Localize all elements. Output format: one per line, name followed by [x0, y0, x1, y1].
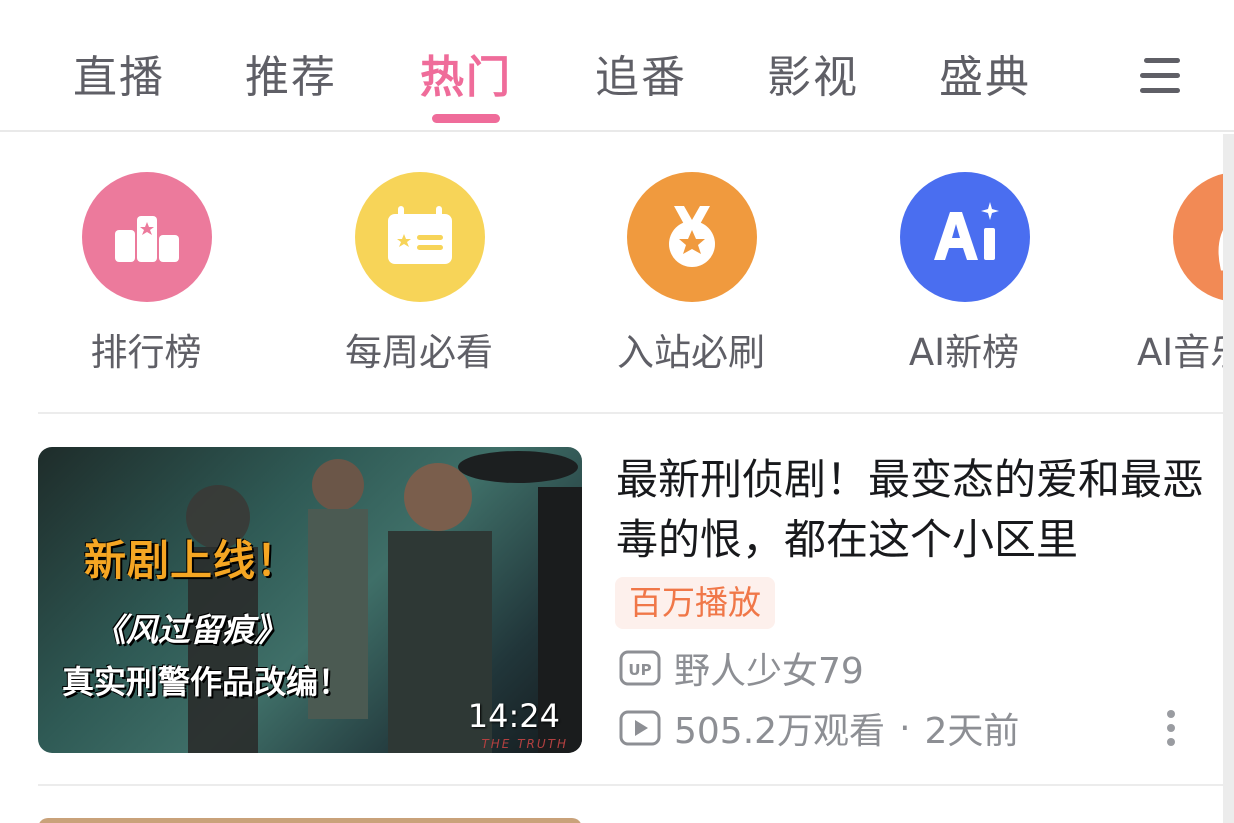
- ranking-podium-icon: [82, 172, 212, 302]
- section-divider: [38, 412, 1223, 414]
- active-tab-indicator: [432, 114, 500, 123]
- shortcut-weekly[interactable]: 每周必看: [319, 172, 519, 382]
- thumbnail-caption: 真实刑警作品改编！: [62, 663, 351, 701]
- uploader-row[interactable]: UP 野人少女79: [618, 646, 864, 692]
- tab-recommend[interactable]: 推荐: [226, 46, 356, 110]
- tab-ceremony[interactable]: 盛典: [920, 46, 1050, 110]
- next-video-thumbnail[interactable]: [38, 818, 582, 823]
- uploader-name: 野人少女79: [674, 651, 864, 692]
- shortcut-label: AI音乐: [1137, 331, 1234, 374]
- thumbnail-brand: THE TRUTH: [481, 737, 568, 751]
- shortcut-ai-rank[interactable]: AI新榜: [864, 172, 1064, 382]
- tab-live[interactable]: 直播: [54, 46, 184, 110]
- video-title[interactable]: 最新刑侦剧！最变态的爱和最恶毒的恨，都在这个小区里: [616, 450, 1216, 570]
- shortcut-label: 排行榜: [90, 331, 202, 374]
- scrollbar[interactable]: [1223, 134, 1234, 823]
- card-divider: [38, 784, 1223, 786]
- view-count: 505.2万观看: [674, 711, 886, 752]
- video-duration: 14:24: [467, 697, 560, 735]
- up-icon: UP: [618, 648, 662, 688]
- thumbnail-headline: 新剧上线！: [84, 536, 300, 585]
- video-thumbnail[interactable]: 新剧上线！ 《风过留痕》 真实刑警作品改编！ 14:24 THE TRUTH: [38, 447, 582, 753]
- top-tab-bar: 直播 推荐 热门 追番 影视 盛典: [0, 0, 1234, 132]
- shortcut-label: AI新榜: [908, 331, 1020, 374]
- svg-text:UP: UP: [628, 661, 651, 679]
- medal-icon: [627, 172, 757, 302]
- menu-icon[interactable]: [1130, 52, 1190, 100]
- weekly-calendar-icon: [355, 172, 485, 302]
- shortcut-label: 入站必刷: [617, 331, 765, 374]
- shortcut-label: 每周必看: [345, 331, 493, 374]
- popular-badge: 百万播放: [615, 577, 775, 629]
- publish-time: 2天前: [924, 711, 1020, 752]
- stats-row: 505.2万观看 · 2天前: [618, 706, 1019, 752]
- shortcut-must-watch[interactable]: 入站必刷: [591, 172, 791, 382]
- meta-separator: ·: [899, 707, 911, 749]
- thumbnail-show-title: 《风过留痕》: [94, 611, 287, 649]
- shortcut-ai-music[interactable]: AI音乐: [1137, 172, 1234, 382]
- app-root: 直播 推荐 热门 追番 影视 盛典 排行榜 每周必看 入站必刷 AI新榜 AI音…: [0, 0, 1234, 823]
- tab-anime[interactable]: 追番: [576, 46, 706, 110]
- more-options-icon[interactable]: [1156, 706, 1186, 750]
- play-count-icon: [618, 708, 662, 748]
- tab-film-tv[interactable]: 影视: [748, 46, 878, 110]
- ai-icon: [900, 172, 1030, 302]
- shortcut-ranking[interactable]: 排行榜: [46, 172, 246, 382]
- tab-popular[interactable]: 热门: [401, 46, 531, 110]
